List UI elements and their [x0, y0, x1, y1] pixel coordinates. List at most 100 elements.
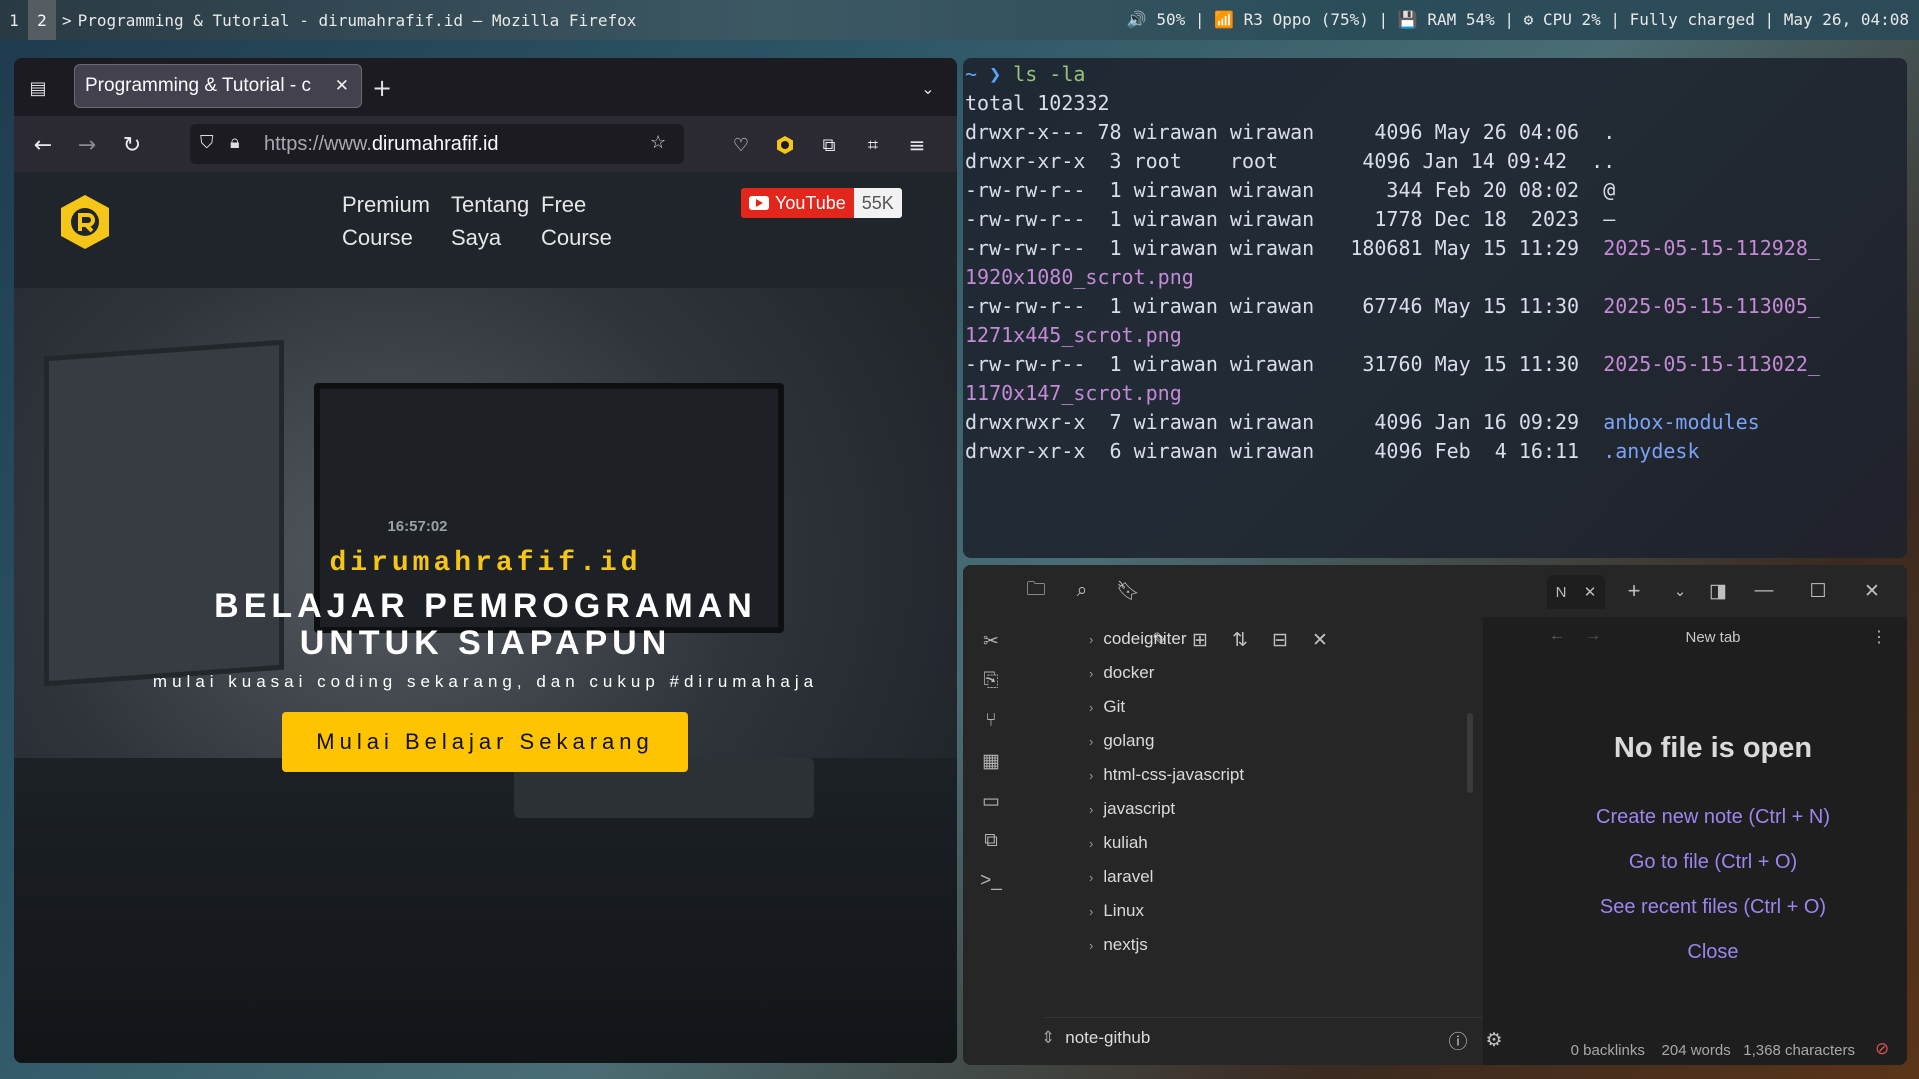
crop-icon[interactable]: ⌗ [858, 130, 888, 160]
terminal-total: total 102332 [965, 91, 1110, 115]
terminal-row-wrap: 1271x445_scrot.png [965, 323, 1182, 347]
row-name: anbox-modules [1603, 410, 1760, 434]
terminal-row: -rw-rw-r-- 1 wirawan wirawan 67746 May 1… [965, 294, 1820, 318]
close-icon[interactable]: ✕ [1584, 583, 1597, 601]
folder-icon[interactable]: 🗀 [1023, 578, 1049, 604]
recent-files-link[interactable]: See recent files (Ctrl + O) [1519, 896, 1907, 919]
reload-icon[interactable]: ↻ [117, 130, 147, 160]
vault-switcher[interactable]: ⇕ note-github [1041, 1028, 1150, 1048]
terminal-row: drwxrwxr-x 7 wirawan wirawan 4096 Jan 16… [965, 410, 1760, 434]
lock-icon[interactable]: 🔒︎ [230, 132, 240, 153]
gear-icon[interactable]: ⚙ [1481, 1027, 1507, 1053]
maximize-icon[interactable]: ☐ [1805, 578, 1831, 604]
pane-title: New tab [1685, 629, 1741, 646]
folder-item[interactable]: › laravel [1089, 867, 1153, 887]
row-meta: drwxrwxr-x 7 wirawan wirawan 4096 Jan 16… [965, 410, 1604, 434]
row-name: 2025-05-15-112928_ [1603, 236, 1820, 260]
close-link[interactable]: Close [1519, 941, 1907, 964]
terminal-window[interactable]: ~ ❯ ls -la total 102332 drwxr-x--- 78 wi… [963, 58, 1907, 558]
terminal-icon[interactable]: >_ [979, 869, 1003, 893]
star-icon[interactable]: ☆ [650, 132, 666, 153]
folder-item[interactable]: › golang [1089, 731, 1154, 751]
go-to-file-link[interactable]: Go to file (Ctrl + O) [1519, 851, 1907, 874]
browser-tab[interactable]: Programming & Tutorial - c ✕ [74, 64, 362, 108]
menu-label-line1: Free [541, 192, 587, 217]
forward-icon[interactable]: → [72, 130, 102, 160]
shield-icon[interactable]: ⛉ [200, 132, 214, 153]
workspace-1[interactable]: 1 [0, 0, 28, 40]
new-tab-icon[interactable]: + [368, 74, 396, 102]
word-count: 204 words [1661, 1042, 1731, 1059]
folder-label: docker [1103, 663, 1155, 682]
bookmark-icon[interactable]: 🔖︎ [1115, 578, 1141, 604]
grid-icon[interactable]: ▦ [979, 749, 1003, 773]
folder-item[interactable]: › nextjs [1089, 935, 1148, 955]
menu-premium-course[interactable]: Premium Course [342, 188, 430, 254]
vault-name: note-github [1065, 1028, 1151, 1047]
folder-label: nextjs [1103, 935, 1148, 954]
hamburger-menu-icon[interactable]: ≡ [902, 130, 932, 160]
terminal-row-wrap: 1170x147_scrot.png [965, 381, 1182, 405]
menu-label-line2: Course [541, 225, 612, 250]
menu-label-line1: Tentang [451, 192, 530, 217]
folder-label: html-css-javascript [1103, 765, 1245, 784]
folder-label: codeigniter [1103, 629, 1187, 648]
youtube-subscribe-button[interactable]: YouTube 55K [741, 188, 902, 218]
calendar-icon[interactable]: ▭ [979, 789, 1003, 813]
pocket-icon[interactable]: ♡ [726, 130, 756, 160]
close-icon[interactable]: ✕ [335, 76, 349, 96]
prompt-symbol: ~ ❯ [965, 62, 1002, 86]
extensions-icon[interactable]: ⧉ [814, 130, 844, 160]
hero-clock: 16:57:02 [387, 518, 448, 535]
terminal-prompt-line: ~ ❯ ls -la [965, 62, 1085, 86]
extension-logo-icon[interactable] [770, 130, 800, 160]
split-view-icon[interactable]: ◨ [1705, 578, 1731, 604]
copy-icon[interactable]: ⧉ [979, 829, 1003, 853]
chevron-down-icon[interactable]: ⌄ [914, 74, 942, 102]
minimize-icon[interactable]: — [1751, 578, 1777, 604]
folder-item[interactable]: › codeigniter [1089, 629, 1187, 649]
close-icon[interactable]: ✕ [1307, 627, 1333, 653]
site-logo[interactable] [59, 193, 111, 251]
system-status: 🔊 50% | 📶 R3 Oppo (75%) | 💾 RAM 54% | ⚙ … [1126, 10, 1909, 29]
workspace-2[interactable]: 2 [28, 0, 56, 40]
folder-item[interactable]: › Linux [1089, 901, 1144, 921]
folder-item[interactable]: › Git [1089, 697, 1125, 717]
back-icon[interactable]: ← [28, 130, 58, 160]
create-new-note-link[interactable]: Create new note (Ctrl + N) [1519, 806, 1907, 829]
chevron-down-icon[interactable]: ⌄ [1667, 578, 1693, 604]
folder-label: Git [1103, 697, 1126, 716]
scrollbar[interactable] [1467, 713, 1473, 793]
folder-item[interactable]: › docker [1089, 663, 1154, 683]
new-folder-icon[interactable]: ⊞ [1187, 627, 1213, 653]
terminal-row: -rw-rw-r-- 1 wirawan wirawan 344 Feb 20 … [965, 178, 1615, 202]
menu-tentang-saya[interactable]: Tentang Saya [451, 188, 529, 254]
url-prefix: https://www. [264, 132, 372, 155]
hero-site-name: dirumahrafif.id [329, 548, 642, 579]
new-tab-icon[interactable]: + [1621, 578, 1647, 604]
cta-button[interactable]: Mulai Belajar Sekarang [282, 712, 688, 772]
folder-item[interactable]: › html-css-javascript [1089, 765, 1244, 785]
row-meta: -rw-rw-r-- 1 wirawan wirawan 31760 May 1… [965, 352, 1604, 376]
sort-icon[interactable]: ⇅ [1227, 627, 1253, 653]
open-file-icon[interactable]: ⎘ [979, 669, 1003, 693]
more-options-icon[interactable]: ⋮ [1871, 627, 1887, 647]
backlinks-count[interactable]: 0 backlinks [1571, 1042, 1645, 1059]
hero-bg-desk [14, 758, 957, 1063]
search-icon[interactable]: ⌕ [1069, 578, 1095, 604]
help-icon[interactable]: ⓘ [1445, 1027, 1471, 1053]
folder-item[interactable]: › kuliah [1089, 833, 1148, 853]
graph-icon[interactable]: ⑂ [979, 709, 1003, 733]
character-count: 1,368 characters [1743, 1042, 1855, 1059]
obsidian-tab[interactable]: N ✕ [1547, 575, 1605, 609]
menu-free-course[interactable]: Free Course [541, 188, 612, 254]
folder-label: Linux [1103, 901, 1144, 920]
tools-icon[interactable]: ✂ [979, 629, 1003, 653]
folder-item[interactable]: › javascript [1089, 799, 1175, 819]
folder-label: golang [1103, 731, 1155, 750]
close-window-icon[interactable]: ✕ [1859, 578, 1885, 604]
sync-off-icon[interactable]: ⊘ [1875, 1039, 1889, 1059]
url-bar[interactable]: ⛉ 🔒︎ https://www. dirumahrafif.id ☆ [190, 124, 684, 164]
collapse-icon[interactable]: ⊟ [1267, 627, 1293, 653]
firefox-view-icon[interactable]: ▤ [24, 74, 52, 102]
